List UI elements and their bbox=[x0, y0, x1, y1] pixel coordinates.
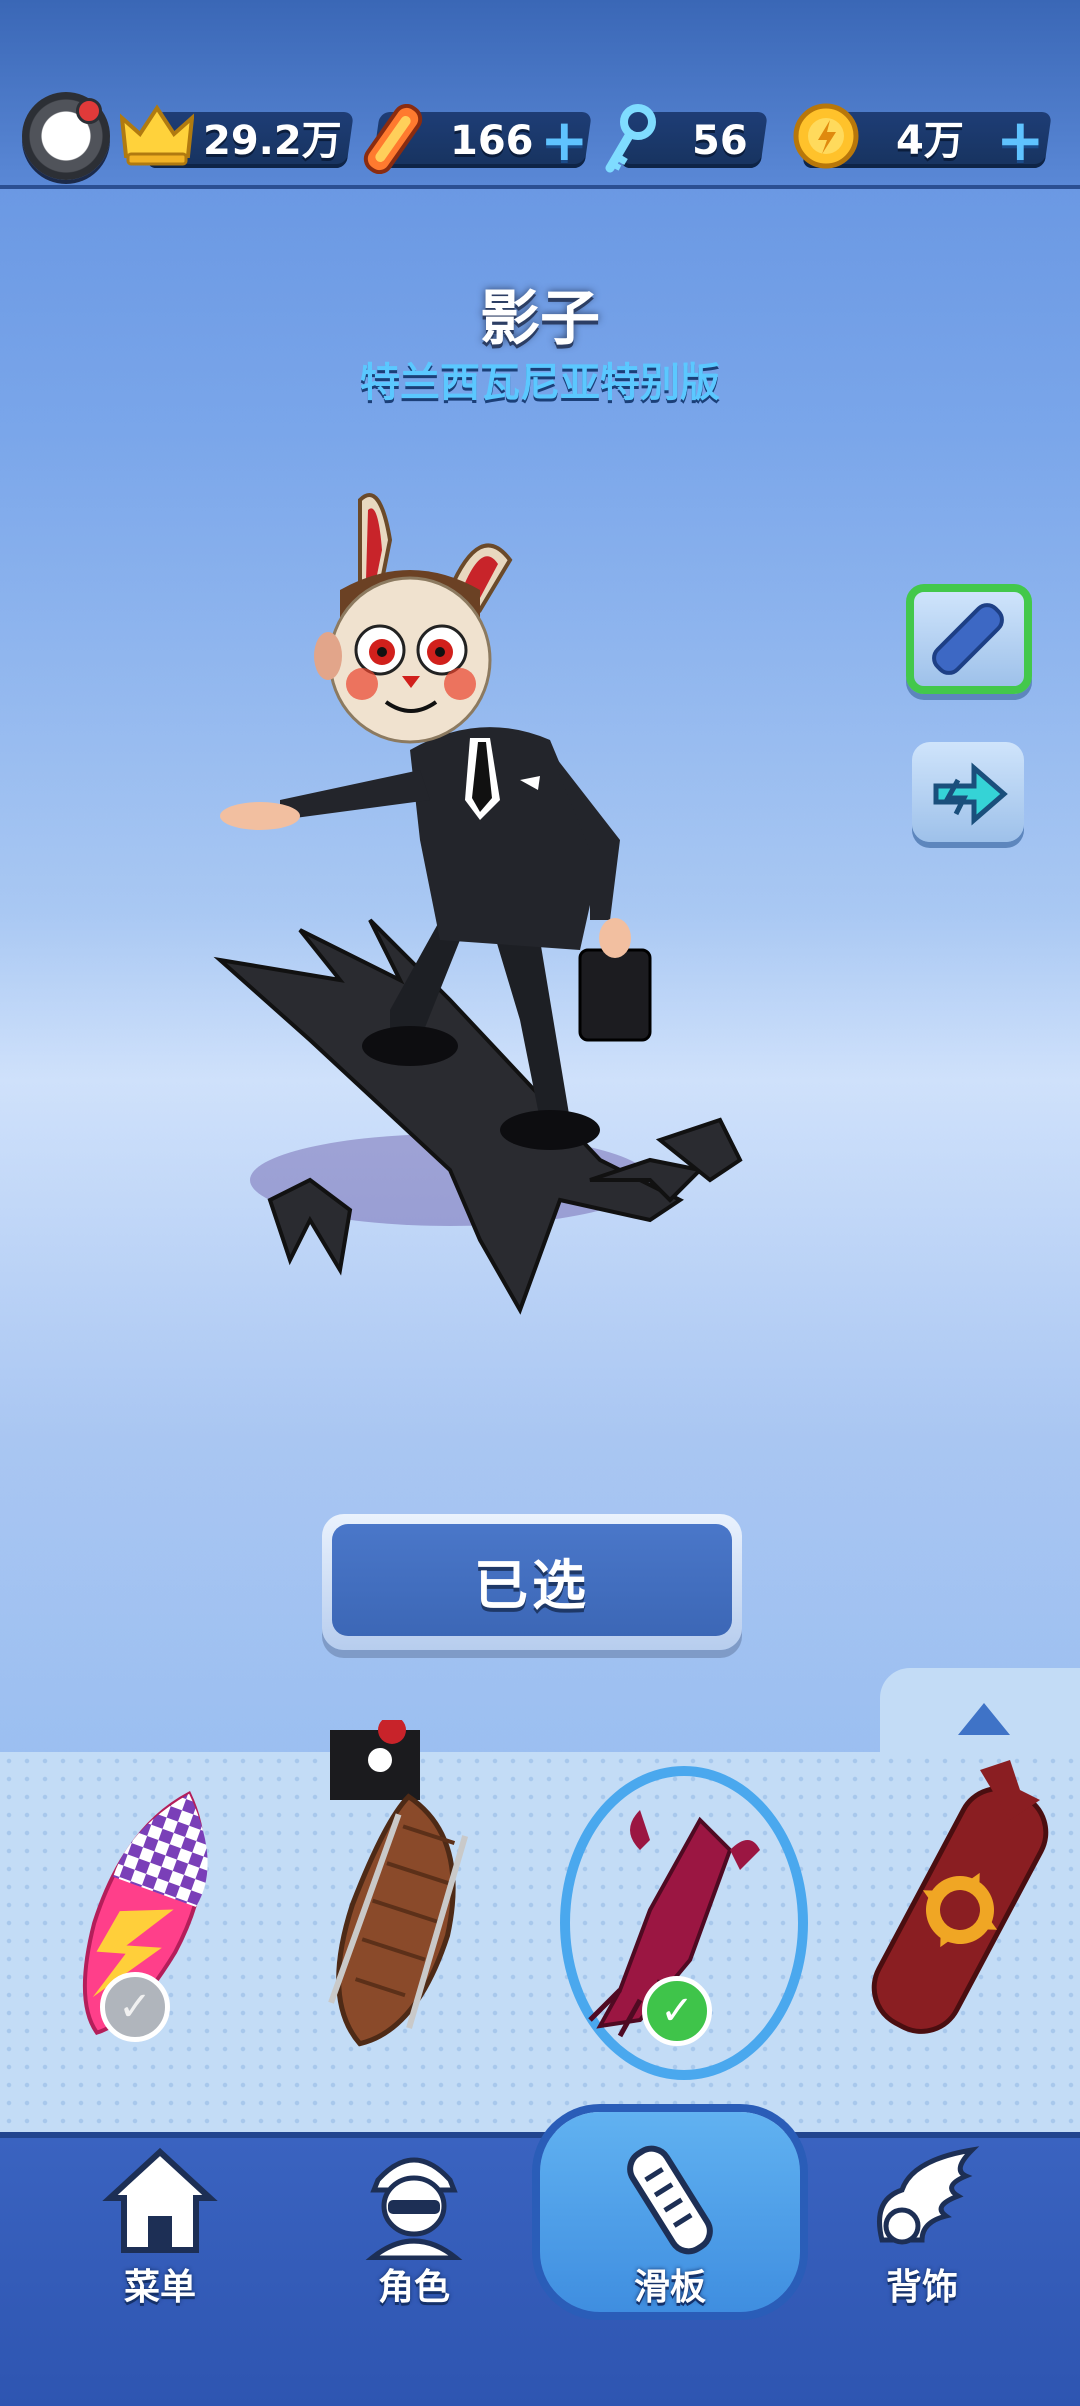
tab-characters-label: 角色 bbox=[377, 2267, 450, 2308]
home-icon bbox=[102, 2147, 218, 2253]
wing-icon bbox=[877, 2146, 980, 2245]
trophy-count: 29.2万 bbox=[203, 118, 342, 164]
board-icon bbox=[932, 603, 1004, 675]
character-outfit-subtitle: 特兰西瓦尼亚特别版 bbox=[360, 360, 720, 406]
character-body bbox=[220, 727, 631, 958]
briefcase-icon bbox=[578, 948, 652, 1042]
wolf-board-icon[interactable] bbox=[860, 1760, 1060, 2050]
crown-icon bbox=[120, 104, 194, 166]
selected-button[interactable]: 已选 bbox=[322, 1514, 742, 1650]
character-preview bbox=[213, 493, 743, 1315]
tab-menu-label: 菜单 bbox=[123, 2267, 196, 2308]
owned-check-icon: ✓ bbox=[100, 1972, 170, 2042]
pirate-ship-board-icon[interactable] bbox=[300, 1720, 500, 2060]
buy-coins-plus-button[interactable]: + bbox=[996, 110, 1045, 170]
settings-gear-icon[interactable] bbox=[22, 92, 110, 180]
notification-dot bbox=[76, 98, 102, 124]
hoverboard-nav-icon bbox=[627, 2145, 713, 2255]
tab-boards[interactable]: 滑板 bbox=[570, 2140, 770, 2390]
chevron-up-icon[interactable] bbox=[958, 1703, 1010, 1735]
key-count: 56 bbox=[692, 118, 748, 164]
character-icon bbox=[365, 2157, 463, 2260]
powerup-view-button[interactable] bbox=[912, 742, 1024, 842]
tab-menu[interactable]: 菜单 bbox=[60, 2140, 260, 2390]
lightning-arrow-icon bbox=[933, 762, 1008, 826]
character-name: 影子 bbox=[480, 284, 600, 354]
bunny-mask-head bbox=[314, 493, 513, 744]
board-view-button[interactable] bbox=[906, 584, 1032, 694]
coin-count: 4万 bbox=[896, 118, 964, 164]
board-count: 166 bbox=[450, 118, 534, 164]
key-icon bbox=[605, 104, 656, 173]
hoverboard-icon bbox=[363, 104, 423, 174]
selected-check-icon: ✓ bbox=[642, 1976, 712, 2046]
tab-boards-label: 滑板 bbox=[633, 2267, 706, 2308]
tab-accessories[interactable]: 背饰 bbox=[822, 2140, 1022, 2390]
tab-accessories-label: 背饰 bbox=[885, 2267, 958, 2308]
selected-button-label: 已选 bbox=[332, 1524, 732, 1636]
coin-icon bbox=[793, 103, 859, 169]
buy-boards-plus-button[interactable]: + bbox=[540, 110, 589, 170]
bat-wing-board bbox=[213, 918, 743, 1315]
tab-characters[interactable]: 角色 bbox=[314, 2140, 514, 2390]
